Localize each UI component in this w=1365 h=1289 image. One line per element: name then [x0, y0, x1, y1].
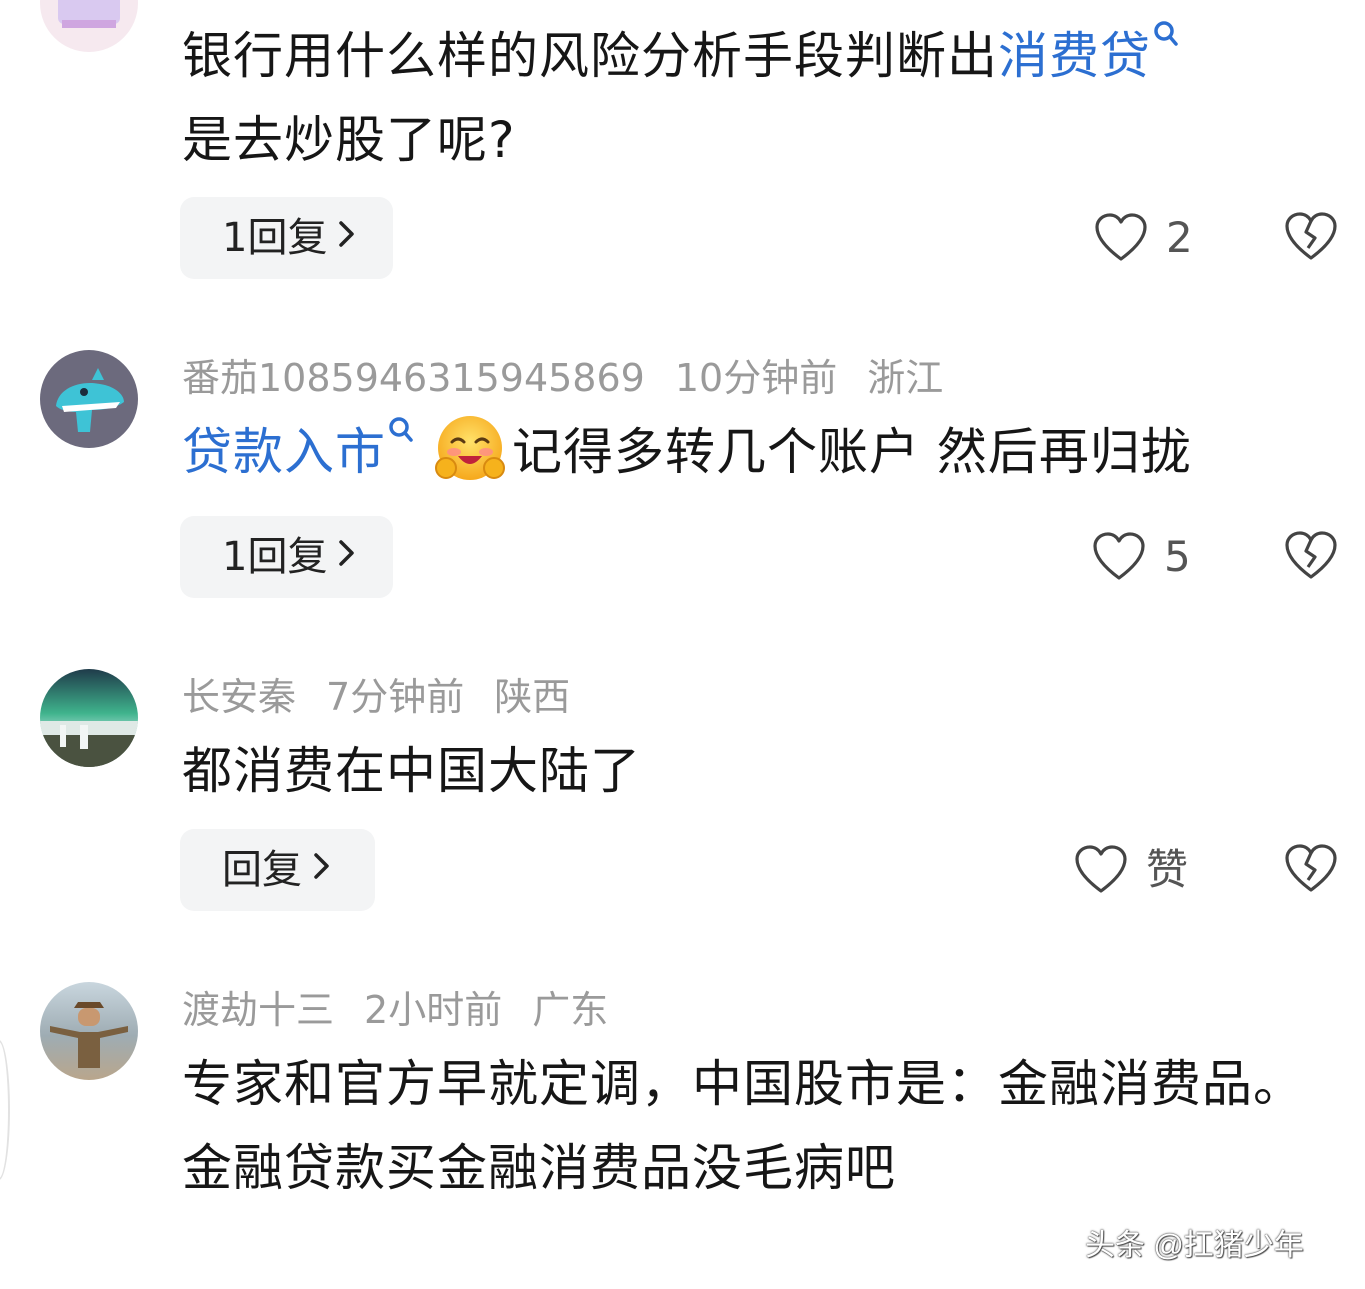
- like-button[interactable]: 5: [1092, 527, 1191, 587]
- username[interactable]: 番茄1085946315945869: [182, 356, 645, 400]
- avatar-image: [40, 982, 138, 1080]
- reply-button[interactable]: 1回复: [180, 516, 393, 598]
- like-count: 5: [1164, 532, 1191, 581]
- avatar-image: [40, 0, 138, 52]
- timestamp: 7分钟前: [326, 675, 465, 719]
- comment-meta: 渡劫十三 2小时前 广东: [182, 986, 608, 1034]
- reply-button[interactable]: 1回复: [180, 197, 393, 279]
- chevron-right-icon: [337, 514, 357, 596]
- comment-text: 银行用什么样的风险分析手段判断出: [182, 27, 998, 85]
- reply-label: 1回复: [222, 534, 328, 580]
- hugging-face-emoji: [435, 415, 505, 480]
- timestamp: 10分钟前: [674, 356, 838, 400]
- heart-icon: [1095, 213, 1147, 261]
- avatar[interactable]: [40, 350, 138, 448]
- broken-heart-icon[interactable]: [1284, 842, 1338, 896]
- comment-meta: 长安秦 7分钟前 陕西: [182, 673, 570, 721]
- chevron-right-icon: [312, 827, 332, 909]
- avatar-image: [40, 669, 138, 767]
- chevron-right-icon: [337, 195, 357, 277]
- avatar[interactable]: [40, 982, 138, 1080]
- watermark: 头条 @扛猪少年: [1085, 1229, 1304, 1262]
- comment-content: 贷款入市 记得多转几个账户 然后再归拢: [182, 410, 1322, 494]
- like-count: 2: [1166, 213, 1193, 262]
- like-button[interactable]: 赞: [1074, 840, 1188, 900]
- comment-text: 记得多转几个账户 然后再归拢: [512, 423, 1192, 481]
- page-edge-indicator: [0, 1040, 10, 1180]
- search-icon: [1153, 14, 1181, 54]
- comment-text-cont: 金融贷款买金融消费品没毛病吧: [182, 1139, 896, 1197]
- comment-content: 专家和官方早就定调，中国股市是：金融消费品。 金融贷款买金融消费品没毛病吧: [182, 1042, 1307, 1210]
- comment-content: 银行用什么样的风险分析手段判断出消费贷 是去炒股了呢?: [182, 14, 1322, 182]
- username[interactable]: 长安秦: [182, 675, 296, 719]
- like-button[interactable]: 2: [1094, 208, 1193, 268]
- comment-meta: 番茄1085946315945869 10分钟前 浙江: [182, 354, 943, 402]
- location: 浙江: [867, 356, 944, 400]
- comment-content: 都消费在中国大陆了: [182, 729, 1322, 813]
- search-icon: [388, 410, 416, 450]
- username[interactable]: 渡劫十三: [182, 988, 334, 1032]
- avatar[interactable]: [40, 669, 138, 767]
- comment-text: 专家和官方早就定调，中国股市是：金融消费品。: [182, 1055, 1304, 1113]
- heart-icon: [1093, 532, 1145, 580]
- topic-link[interactable]: 消费贷: [998, 21, 1181, 85]
- timestamp: 2小时前: [364, 988, 503, 1032]
- comment-text-cont: 是去炒股了呢?: [182, 111, 516, 169]
- like-count: 赞: [1146, 845, 1189, 894]
- avatar-image: [40, 350, 138, 448]
- reply-label: 1回复: [222, 215, 328, 261]
- heart-icon: [1075, 845, 1127, 893]
- reply-button[interactable]: 回复: [180, 829, 375, 911]
- avatar[interactable]: [40, 0, 138, 52]
- broken-heart-icon[interactable]: [1284, 529, 1338, 583]
- reply-label: 回复: [222, 847, 302, 893]
- broken-heart-icon[interactable]: [1284, 210, 1338, 264]
- location: 广东: [532, 988, 609, 1032]
- location: 陕西: [494, 675, 571, 719]
- comment-text: 都消费在中国大陆了: [182, 742, 641, 800]
- topic-link[interactable]: 贷款入市: [182, 417, 416, 481]
